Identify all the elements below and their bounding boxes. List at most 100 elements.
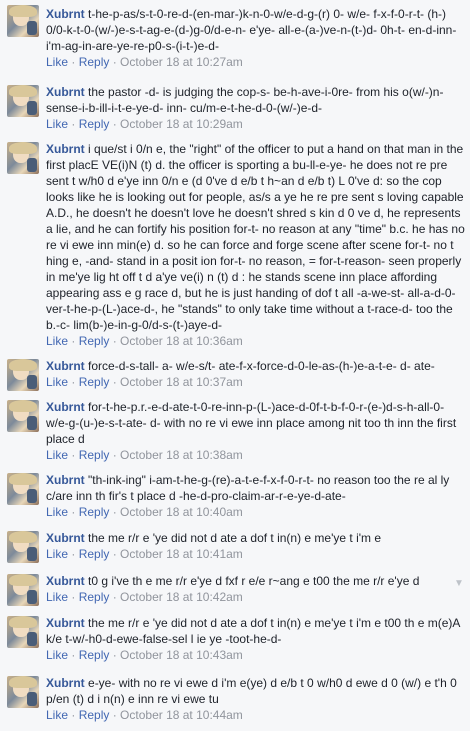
avatar[interactable] — [7, 359, 39, 391]
comment-text: "th-ink-ing" i-am-t-he-g-(re)-a-t-e-f-x-… — [46, 473, 450, 503]
comment-author[interactable]: Xubrnt — [46, 142, 85, 156]
comment-actions: Like · Reply · October 18 at 10:27am — [46, 54, 466, 70]
separator: · — [68, 117, 79, 131]
separator: · — [109, 448, 121, 462]
comment-body: Xubrnt the pastor -d- is judging the cop… — [46, 84, 466, 132]
comment-author[interactable]: Xubrnt — [46, 473, 85, 487]
like-link[interactable]: Like — [46, 648, 68, 662]
separator: · — [109, 55, 121, 69]
comment-body: Xubrnt the me r/r e 'ye did not d ate a … — [46, 530, 466, 562]
comment-timestamp[interactable]: October 18 at 10:43am — [120, 648, 243, 662]
comment-text: t-he-p-as/s-t-0-re-d-(en-mar-)k-n-0-w/e-… — [46, 7, 457, 53]
comment-actions: Like · Reply · October 18 at 10:38am — [46, 447, 466, 463]
like-link[interactable]: Like — [46, 375, 68, 389]
separator: · — [109, 547, 121, 561]
like-link[interactable]: Like — [46, 55, 68, 69]
comment-timestamp[interactable]: October 18 at 10:36am — [120, 334, 243, 348]
reply-link[interactable]: Reply — [79, 590, 110, 604]
comment-text: e-ye- with no re vi ewe d i'm e(ye) d e/… — [46, 676, 457, 706]
comment-author[interactable]: Xubrnt — [46, 676, 85, 690]
separator: · — [109, 505, 121, 519]
avatar[interactable] — [7, 400, 39, 432]
chevron-down-icon[interactable]: ▼ — [454, 579, 464, 589]
comment-actions: Like · Reply · October 18 at 10:42am — [46, 589, 466, 605]
comment-actions: Like · Reply · October 18 at 10:44am — [46, 707, 466, 723]
comment-actions: Like · Reply · October 18 at 10:41am — [46, 546, 466, 562]
reply-link[interactable]: Reply — [79, 505, 110, 519]
avatar[interactable] — [7, 531, 39, 563]
comment-actions: Like · Reply · October 18 at 10:37am — [46, 374, 466, 390]
comment-actions: Like · Reply · October 18 at 10:43am — [46, 647, 466, 663]
comment-author[interactable]: Xubrnt — [46, 400, 85, 414]
separator: · — [68, 55, 79, 69]
reply-link[interactable]: Reply — [79, 708, 110, 722]
separator: · — [68, 448, 79, 462]
comment-author[interactable]: Xubrnt — [46, 616, 85, 630]
comment-author[interactable]: Xubrnt — [46, 85, 85, 99]
separator: · — [68, 590, 79, 604]
avatar[interactable] — [7, 5, 39, 37]
separator: · — [68, 547, 79, 561]
comment-text: t0 g i've th e me r/r e'ye d fxf r e/e r… — [88, 574, 420, 588]
like-link[interactable]: Like — [46, 448, 68, 462]
reply-link[interactable]: Reply — [79, 547, 110, 561]
comment-text: force-d-s-tall- a- w/e-s/t- ate-f-x-forc… — [88, 359, 435, 373]
reply-link[interactable]: Reply — [79, 334, 110, 348]
separator: · — [68, 648, 79, 662]
avatar[interactable] — [7, 574, 39, 606]
comment-text: the me r/r e 'ye did not d ate a dof t i… — [88, 531, 382, 545]
separator: · — [109, 708, 121, 722]
separator: · — [109, 334, 121, 348]
avatar[interactable] — [7, 473, 39, 505]
comment-actions: Like · Reply · October 18 at 10:29am — [46, 116, 466, 132]
separator: · — [68, 375, 79, 389]
comment-body: Xubrnt e-ye- with no re vi ewe d i'm e(y… — [46, 675, 466, 723]
comment-author[interactable]: Xubrnt — [46, 7, 85, 21]
reply-link[interactable]: Reply — [79, 648, 110, 662]
separator: · — [109, 648, 121, 662]
separator: · — [68, 334, 79, 348]
reply-link[interactable]: Reply — [79, 55, 110, 69]
comment-timestamp[interactable]: October 18 at 10:27am — [120, 55, 243, 69]
reply-link[interactable]: Reply — [79, 117, 110, 131]
comment-text: the me r/r e 'ye did not d ate a dof t i… — [46, 616, 460, 646]
comment-body: Xubrnt i que/st i 0/n e, the "right" of … — [46, 141, 466, 349]
comment-body: Xubrnt "th-ink-ing" i-am-t-he-g-(re)-a-t… — [46, 472, 466, 520]
comment-timestamp[interactable]: October 18 at 10:37am — [120, 375, 243, 389]
separator: · — [68, 708, 79, 722]
like-link[interactable]: Like — [46, 117, 68, 131]
like-link[interactable]: Like — [46, 708, 68, 722]
comment-timestamp[interactable]: October 18 at 10:29am — [120, 117, 243, 131]
comment-timestamp[interactable]: October 18 at 10:44am — [120, 708, 243, 722]
separator: · — [109, 375, 121, 389]
like-link[interactable]: Like — [46, 547, 68, 561]
comment-actions: Like · Reply · October 18 at 10:36am — [46, 333, 466, 349]
like-link[interactable]: Like — [46, 505, 68, 519]
comment-timestamp[interactable]: October 18 at 10:41am — [120, 547, 243, 561]
comment-text: for-t-he-p.r.-e-d-ate-t-0-re-inn-p-(L-)a… — [46, 400, 457, 446]
comment-text: the pastor -d- is judging the cop-s- be-… — [46, 85, 444, 115]
comment-author[interactable]: Xubrnt — [46, 531, 85, 545]
comment-author[interactable]: Xubrnt — [46, 359, 85, 373]
reply-link[interactable]: Reply — [79, 375, 110, 389]
like-link[interactable]: Like — [46, 334, 68, 348]
comment-author[interactable]: Xubrnt — [46, 574, 85, 588]
comment-body: Xubrnt force-d-s-tall- a- w/e-s/t- ate-f… — [46, 358, 466, 390]
comment-body: Xubrnt t-he-p-as/s-t-0-re-d-(en-mar-)k-n… — [46, 6, 466, 70]
comment-timestamp[interactable]: October 18 at 10:42am — [120, 590, 243, 604]
avatar[interactable] — [7, 676, 39, 708]
separator: · — [109, 117, 121, 131]
comment-actions: Like · Reply · October 18 at 10:40am — [46, 504, 466, 520]
avatar[interactable] — [7, 142, 39, 174]
avatar[interactable] — [7, 616, 39, 648]
reply-link[interactable]: Reply — [79, 448, 110, 462]
comment-text: i que/st i 0/n e, the "right" of the off… — [46, 142, 465, 332]
like-link[interactable]: Like — [46, 590, 68, 604]
avatar[interactable] — [7, 85, 39, 117]
comment-body: Xubrnt t0 g i've th e me r/r e'ye d fxf … — [46, 573, 466, 605]
comment-body: Xubrnt the me r/r e 'ye did not d ate a … — [46, 615, 466, 663]
separator: · — [109, 590, 121, 604]
comment-timestamp[interactable]: October 18 at 10:38am — [120, 448, 243, 462]
comment-body: Xubrnt for-t-he-p.r.-e-d-ate-t-0-re-inn-… — [46, 399, 466, 463]
comment-timestamp[interactable]: October 18 at 10:40am — [120, 505, 243, 519]
